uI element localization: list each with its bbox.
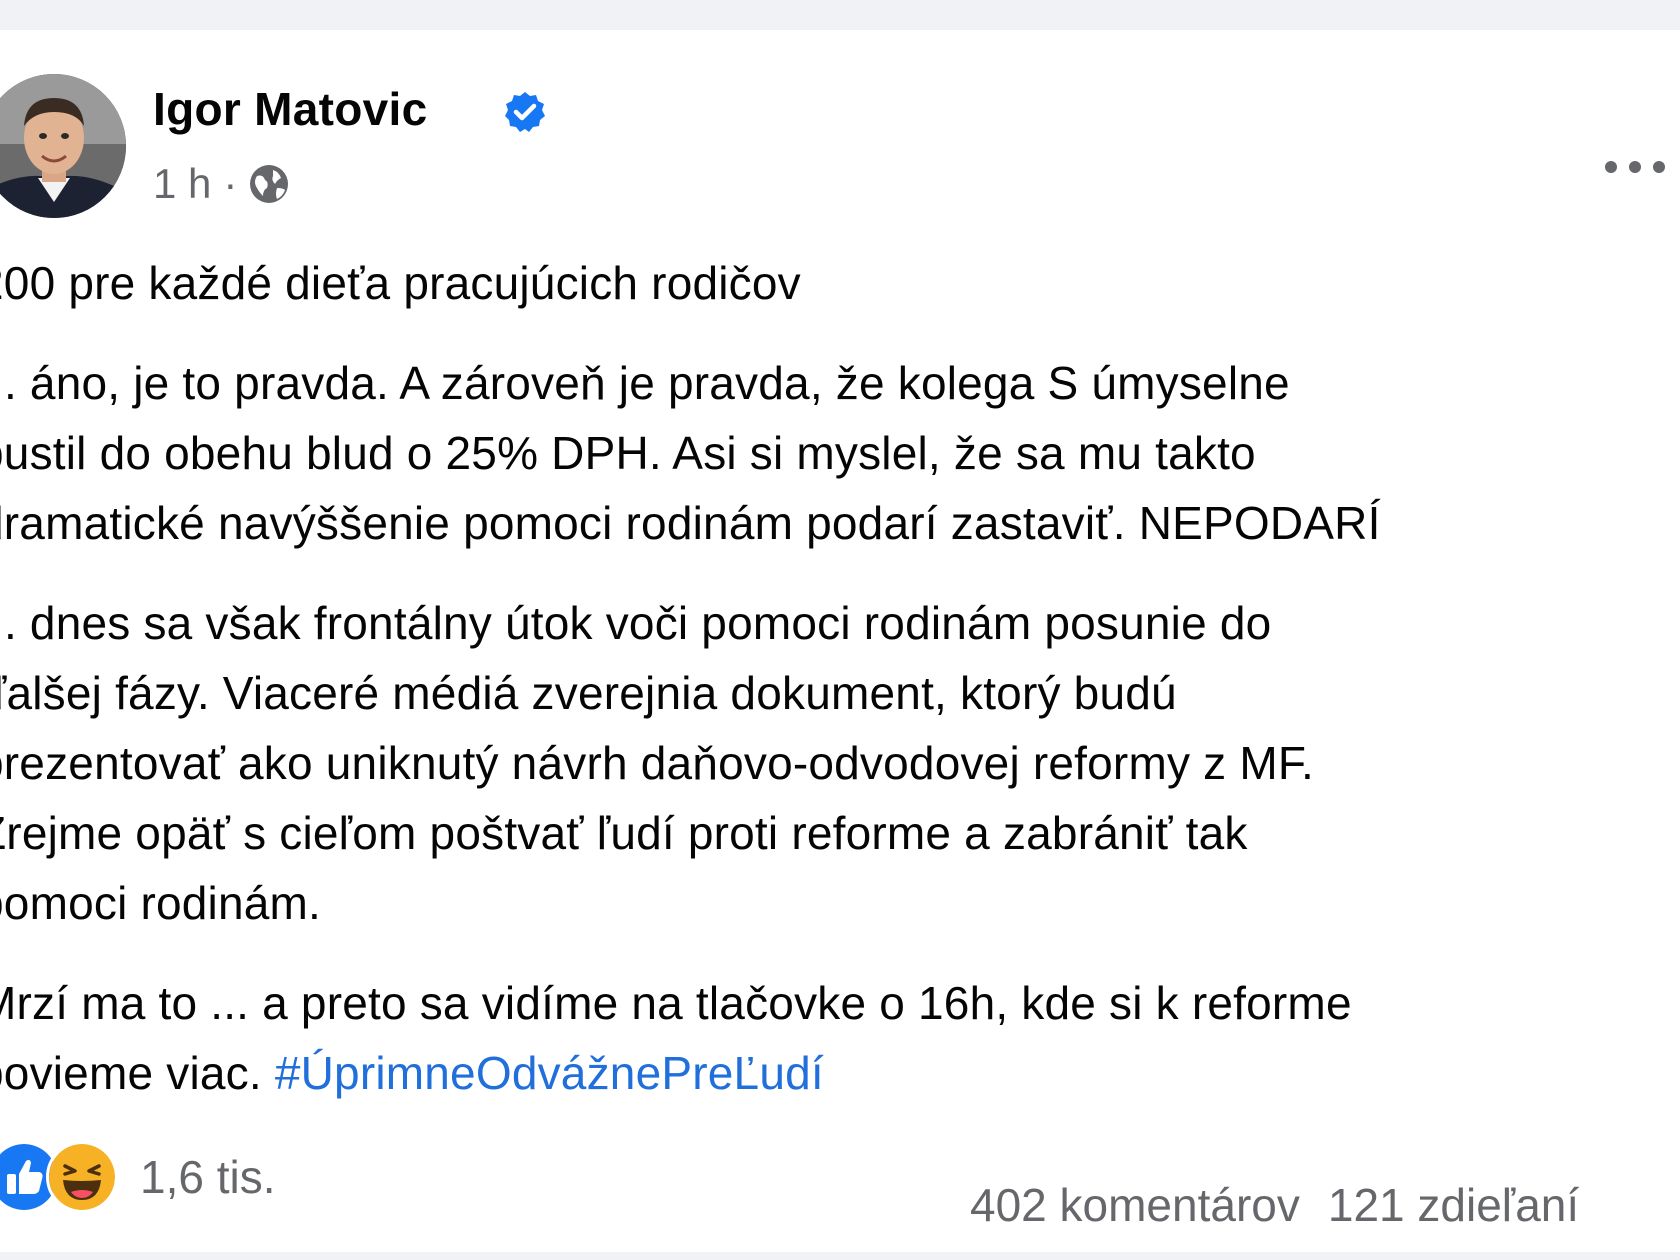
post-paragraph: ... áno, je to pravda. A zároveň je prav… (0, 348, 1680, 558)
post-paragraph: 200 pre každé dieťa pracujúcich rodičov (0, 248, 1680, 318)
globe-icon[interactable] (247, 162, 291, 206)
text-line: 200 pre každé dieťa pracujúcich rodičov (0, 257, 801, 309)
haha-reaction-icon (46, 1141, 118, 1213)
post-paragraph: Mrzí ma to ... a preto sa vidíme na tlač… (0, 968, 1680, 1108)
author-avatar[interactable] (0, 74, 126, 218)
text-line: pomoci rodinám. (0, 877, 322, 929)
text-line: Mrzí ma to ... a preto sa vidíme na tlač… (0, 977, 1352, 1029)
text-line: ... dnes sa však frontálny útok voči pom… (0, 597, 1272, 649)
hashtag-link[interactable]: #ÚprimneOdvážnePreĽudí (275, 1047, 824, 1099)
post-timestamp[interactable]: 1 h (153, 160, 211, 208)
engagement-stats: 402 komentárov 121 zdieľaní (970, 1178, 1579, 1232)
text-line: pustil do obehu blud o 25% DPH. Asi si m… (0, 427, 1256, 479)
reaction-count[interactable]: 1,6 tis. (140, 1150, 276, 1204)
text-line: ďalšej fázy. Viaceré médiá zverejnia dok… (0, 667, 1177, 719)
text-line: ... áno, je to pravda. A zároveň je prav… (0, 357, 1290, 409)
comments-count[interactable]: 402 komentárov (970, 1179, 1300, 1231)
post-paragraph: ... dnes sa však frontálny útok voči pom… (0, 588, 1680, 938)
text-line: Zrejme opäť s cieľom poštvať ľudí proti … (0, 807, 1248, 859)
meta-separator: · (223, 160, 238, 207)
text-line: dramatické navýššenie pomoci rodinám pod… (0, 497, 1381, 549)
author-name[interactable]: Igor Matovic (153, 82, 428, 136)
text-line: prezentovať ako uniknutý návrh daňovo-od… (0, 737, 1315, 789)
text-line: povieme viac. #ÚprimneOdvážnePreĽudí (0, 1038, 1680, 1108)
shares-count[interactable]: 121 zdieľaní (1328, 1179, 1579, 1231)
post-meta: 1 h · (153, 158, 291, 210)
post-card: Igor Matovic 1 h · 200 pre každé dieťa p… (0, 30, 1680, 1252)
post-text: 200 pre každé dieťa pracujúcich rodičov … (0, 248, 1680, 1138)
verified-badge-icon (505, 92, 545, 132)
more-options-icon[interactable] (1600, 142, 1670, 192)
avatar-photo (0, 74, 126, 218)
text-segment: povieme viac. (0, 1047, 262, 1099)
reactions-summary[interactable]: 1,6 tis. (0, 1141, 276, 1213)
